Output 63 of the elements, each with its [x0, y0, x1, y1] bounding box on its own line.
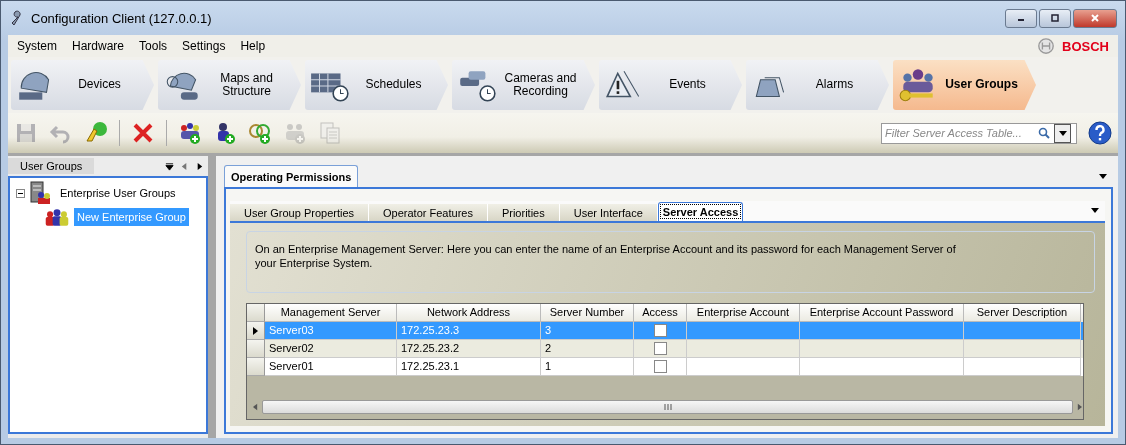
collapse-icon[interactable] [16, 188, 25, 198]
table-cell: 172.25.23.1 [397, 358, 541, 376]
left-arrow-icon[interactable] [180, 161, 189, 171]
checkbox[interactable] [653, 324, 667, 337]
dropdown-icon[interactable] [1099, 174, 1107, 179]
menu-item[interactable]: Settings [182, 39, 226, 53]
panel-tab[interactable]: User Groups [8, 158, 95, 174]
window-title: Configuration Client (127.0.0.1) [31, 10, 212, 26]
nav-tab[interactable]: Cameras and Recording [452, 60, 595, 110]
server-group-icon [29, 181, 53, 205]
tab[interactable]: Operating Permissions [224, 165, 359, 187]
nav-tab[interactable]: User Groups [893, 60, 1036, 110]
help-icon[interactable] [1088, 121, 1112, 145]
scroll-left-icon[interactable] [253, 403, 258, 411]
nav-tab-label: Events [668, 78, 707, 92]
search-icon[interactable] [1038, 127, 1050, 139]
filter-box[interactable]: Filter Server Access Table... [881, 122, 1077, 144]
tab[interactable]: User Interface [559, 204, 658, 221]
nav-tab[interactable]: Maps and Structure [158, 60, 301, 110]
menu-item[interactable]: Hardware [72, 39, 125, 53]
nav-tab[interactable]: Devices [11, 60, 154, 110]
menu-item[interactable]: System [17, 39, 57, 53]
close-button[interactable] [1073, 8, 1117, 28]
tree-item[interactable]: Enterprise User Groups [57, 184, 179, 202]
nav-tab[interactable]: Schedules [305, 60, 448, 110]
brand-name: BOSCH [1062, 38, 1109, 54]
checkbox[interactable] [653, 360, 667, 373]
nav-tab-label: Alarms [814, 78, 855, 92]
maximize-icon [1050, 13, 1060, 23]
scroll-right-icon[interactable] [1077, 403, 1082, 411]
nav-tab-label: Maps and Structure [219, 71, 274, 99]
menu-item[interactable]: Help [240, 39, 266, 53]
add-group-icon[interactable] [178, 121, 202, 145]
nav-tab-label: User Groups [944, 78, 1019, 92]
row-header[interactable] [247, 322, 265, 340]
maximize-button[interactable] [1039, 8, 1071, 28]
group-icon [44, 207, 70, 227]
minimize-button[interactable] [1005, 8, 1037, 28]
nav-tab-label: Schedules [364, 78, 423, 92]
description-text: On an Enterprise Management Server: Here you can enter the name of an Enterprise Account and its password for each Management Server of your Enterprise System. [255, 242, 957, 270]
dropdown-icon[interactable] [1091, 208, 1099, 213]
dropdown-button[interactable] [1054, 123, 1071, 143]
right-arrow-icon[interactable] [195, 161, 204, 171]
nav-tab[interactable]: Alarms [746, 60, 889, 110]
close-icon [1090, 13, 1100, 23]
table-cell: Server01 [265, 358, 397, 376]
tab[interactable]: Priorities [487, 204, 560, 221]
nav-tab-label: Devices [77, 78, 122, 92]
nav-tab-label: Cameras and Recording [503, 71, 578, 99]
delete-icon[interactable] [131, 121, 155, 145]
table-cell: 1 [541, 358, 634, 376]
dropdown-icon[interactable] [165, 161, 174, 171]
current-row-icon [253, 326, 258, 335]
tab[interactable]: Operator Features [369, 204, 488, 221]
scroll-thumb[interactable] [262, 400, 1073, 414]
checkbox[interactable] [653, 342, 667, 355]
add-key-icon[interactable] [248, 121, 272, 145]
menu-item[interactable]: Tools [139, 39, 168, 53]
grip-icon [663, 404, 672, 410]
caret-icon [1058, 130, 1067, 136]
tab[interactable]: User Group Properties [230, 204, 370, 221]
nav-tab[interactable]: Events [599, 60, 742, 110]
tab[interactable]: Server Access [657, 202, 744, 221]
